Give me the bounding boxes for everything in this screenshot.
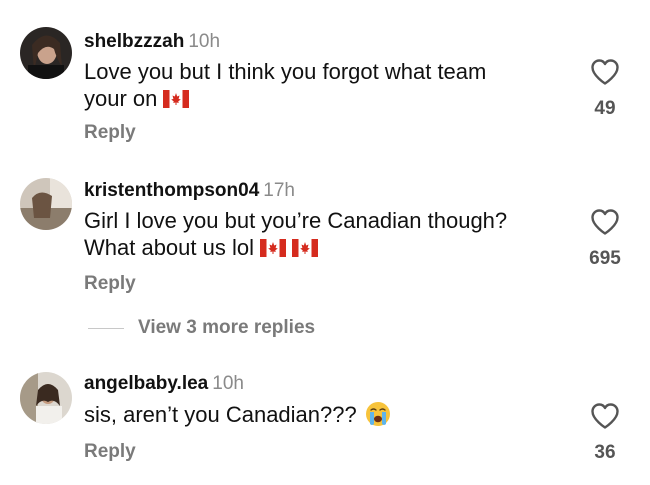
timestamp: 17h [263,180,295,201]
username[interactable]: shelbzzzah [84,31,184,52]
view-more-replies-button[interactable]: View 3 more replies [88,316,315,340]
reply-button[interactable]: Reply [84,273,136,295]
timestamp: 10h [188,31,221,52]
comment-text-line: What about us lol [84,235,254,260]
like-area: 36 [588,402,622,464]
like-area: 695 [588,208,622,270]
reply-button[interactable]: Reply [84,441,136,463]
comment-text: Girl I love you but you’re Canadian thou… [84,207,564,261]
view-more-replies-label: View 3 more replies [138,317,316,338]
like-count: 49 [594,98,616,119]
like-count: 695 [589,248,621,269]
divider [88,327,124,329]
comment-meta: shelbzzzah 10h [84,30,220,54]
username[interactable]: angelbaby.lea [84,373,208,394]
comment-text: Love you but I think you forgot what tea… [84,58,564,112]
comment-text-line: sis, aren’t you Canadian??? [84,402,357,427]
comment-text-line: Girl I love you but you’re Canadian thou… [84,208,508,233]
like-count: 36 [594,442,616,463]
comment-text-line: your on [84,86,158,111]
timestamp: 10h [212,373,244,394]
avatar[interactable] [20,178,72,230]
comment-meta: angelbaby.lea 10h [84,372,244,396]
avatar[interactable] [20,372,72,424]
like-area: 49 [588,58,622,120]
flag-canada-icon [259,239,286,257]
comment-text-line: Love you but I think you forgot what tea… [84,59,487,84]
flag-canada-icon [163,90,190,108]
crying-face-icon [365,401,391,427]
flag-canada-icon [291,239,318,257]
comment-text: sis, aren’t you Canadian??? [84,401,564,428]
username[interactable]: kristenthompson04 [84,180,259,201]
heart-icon[interactable] [590,208,620,236]
comment-meta: kristenthompson04 17h [84,179,295,203]
heart-icon[interactable] [590,58,620,86]
avatar[interactable] [20,27,72,79]
heart-icon[interactable] [590,402,620,430]
reply-button[interactable]: Reply [84,122,136,144]
